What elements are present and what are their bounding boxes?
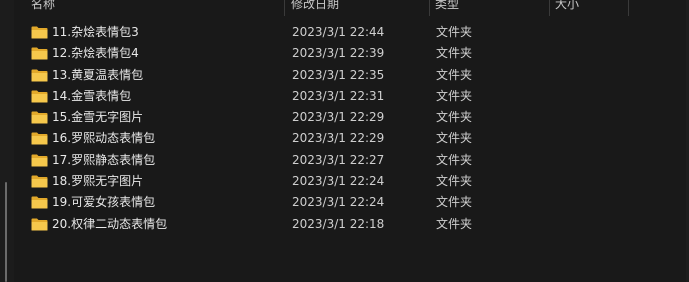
file-type: 文件夹: [436, 131, 473, 146]
file-row[interactable]: 18.罗熙无字图片 2023/3/1 22:24 文件夹: [14, 171, 689, 192]
folder-icon: [31, 47, 48, 60]
file-modified-date: 2023/3/1 22:39: [292, 46, 385, 61]
file-modified-date: 2023/3/1 22:24: [292, 195, 385, 210]
column-header-type[interactable]: 类型: [435, 0, 545, 14]
column-divider-name[interactable]: [284, 0, 285, 16]
file-explorer-window: 名称 修改日期 类型 大小 11.杂烩表情包3 2023/3/1 22:44 文…: [0, 0, 689, 282]
file-name: 14.金雪表情包: [52, 88, 132, 103]
file-name: 11.杂烩表情包3: [52, 25, 139, 39]
folder-icon: [31, 218, 48, 231]
file-row[interactable]: 19.可爱女孩表情包 2023/3/1 22:24 文件夹: [14, 192, 689, 213]
folder-icon: [31, 196, 48, 209]
file-name: 17.罗熙静态表情包: [52, 152, 156, 167]
file-type: 文件夹: [436, 88, 473, 103]
file-row[interactable]: 14.金雪表情包 2023/3/1 22:31 文件夹: [14, 86, 689, 107]
file-name: 15.金雪无字图片: [52, 110, 144, 125]
file-modified-date: 2023/3/1 22:27: [292, 152, 385, 167]
file-type: 文件夹: [436, 110, 473, 125]
folder-icon: [31, 111, 48, 124]
file-list: 11.杂烩表情包3 2023/3/1 22:44 文件夹 12.杂烩表情包4 2…: [14, 22, 689, 235]
folder-icon: [31, 26, 48, 39]
file-modified-date: 2023/3/1 22:18: [292, 216, 385, 231]
file-row[interactable]: 11.杂烩表情包3 2023/3/1 22:44 文件夹: [14, 22, 689, 43]
file-name: 16.罗熙动态表情包: [52, 131, 156, 146]
column-header-date[interactable]: 修改日期: [291, 0, 421, 14]
file-modified-date: 2023/3/1 22:29: [292, 131, 385, 146]
file-type: 文件夹: [436, 67, 473, 82]
folder-icon: [31, 69, 48, 82]
file-name: 12.杂烩表情包4: [52, 46, 139, 61]
file-row[interactable]: 20.权律二动态表情包 2023/3/1 22:18 文件夹: [14, 214, 689, 235]
file-type: 文件夹: [436, 152, 473, 167]
file-type: 文件夹: [436, 25, 473, 39]
column-header-size[interactable]: 大小: [555, 0, 625, 14]
file-row[interactable]: 13.黄夏温表情包 2023/3/1 22:35 文件夹: [14, 65, 689, 86]
folder-icon: [31, 175, 48, 188]
file-name: 18.罗熙无字图片: [52, 174, 144, 189]
file-modified-date: 2023/3/1 22:44: [292, 25, 385, 39]
folder-icon: [31, 132, 48, 145]
file-name: 19.可爱女孩表情包: [52, 195, 156, 210]
column-divider-type[interactable]: [549, 0, 550, 16]
navigation-scrollbar[interactable]: [5, 182, 7, 282]
file-modified-date: 2023/3/1 22:35: [292, 67, 385, 82]
file-modified-date: 2023/3/1 22:31: [292, 88, 385, 103]
file-name: 20.权律二动态表情包: [52, 216, 168, 231]
file-type: 文件夹: [436, 174, 473, 189]
file-row[interactable]: 15.金雪无字图片 2023/3/1 22:29 文件夹: [14, 107, 689, 128]
navigation-pane-edge: [0, 0, 14, 282]
file-row[interactable]: 16.罗熙动态表情包 2023/3/1 22:29 文件夹: [14, 128, 689, 149]
folder-icon: [31, 90, 48, 103]
file-modified-date: 2023/3/1 22:29: [292, 110, 385, 125]
file-modified-date: 2023/3/1 22:24: [292, 174, 385, 189]
folder-icon: [31, 154, 48, 167]
column-divider-size[interactable]: [628, 0, 629, 16]
file-type: 文件夹: [436, 195, 473, 210]
file-row[interactable]: 17.罗熙静态表情包 2023/3/1 22:27 文件夹: [14, 150, 689, 171]
column-header-bar: 名称 修改日期 类型 大小: [14, 0, 689, 16]
file-row[interactable]: 12.杂烩表情包4 2023/3/1 22:39 文件夹: [14, 43, 689, 64]
file-type: 文件夹: [436, 46, 473, 61]
column-divider-date[interactable]: [429, 0, 430, 16]
file-name: 13.黄夏温表情包: [52, 67, 144, 82]
file-type: 文件夹: [436, 216, 473, 231]
column-header-name[interactable]: 名称: [31, 0, 281, 14]
